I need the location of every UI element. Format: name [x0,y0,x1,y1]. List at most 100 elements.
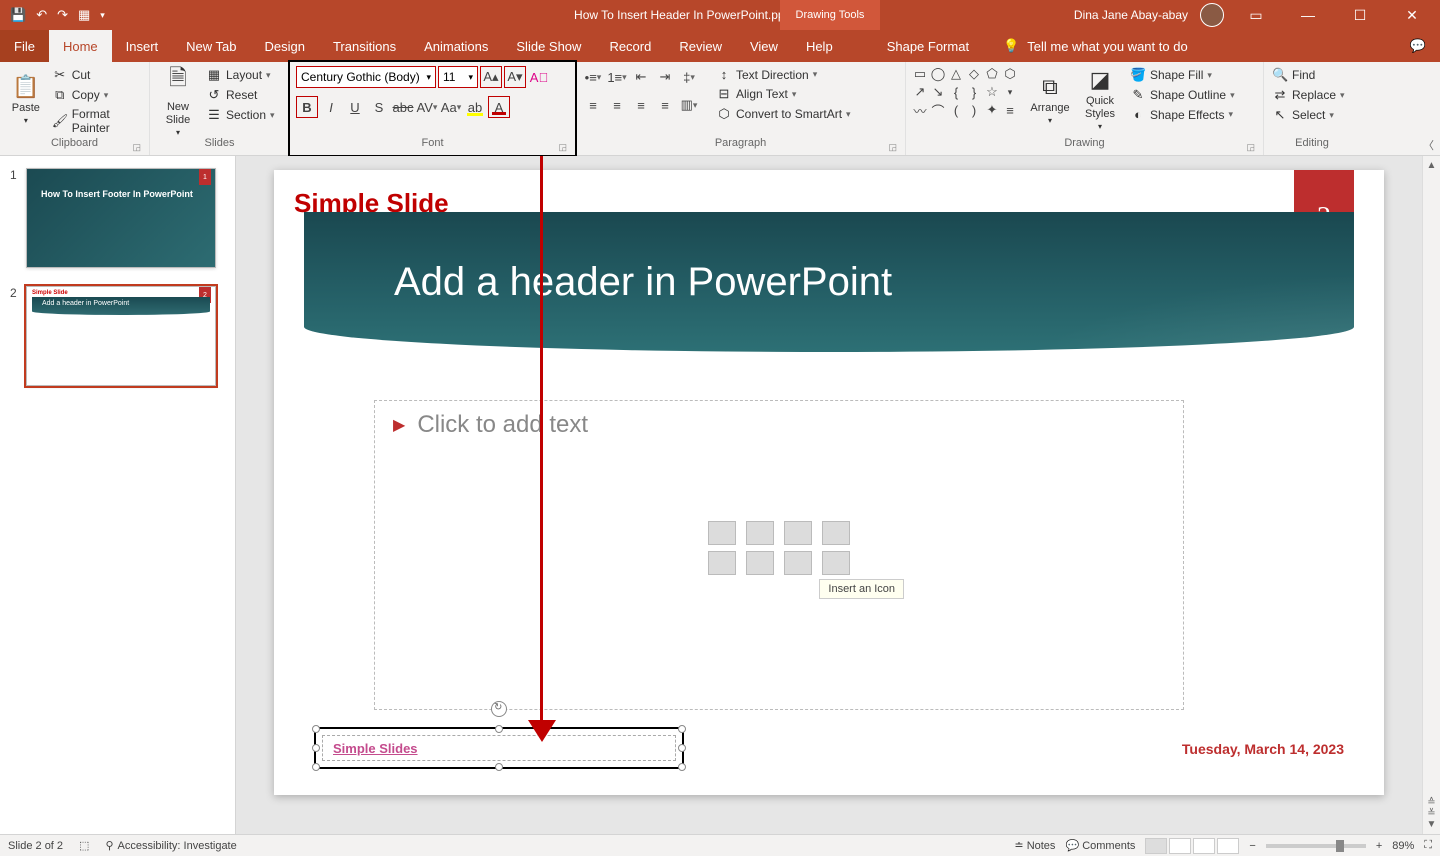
align-center-button[interactable]: ≡ [606,94,628,116]
qat-more-icon[interactable]: ▾ [100,10,105,21]
insert-video-icon[interactable] [784,551,812,575]
user-name[interactable]: Dina Jane Abay-abay [1074,8,1188,22]
font-launcher[interactable]: ◲ [558,142,567,153]
zoom-in-button[interactable]: + [1376,840,1382,852]
underline-button[interactable]: U [344,96,366,118]
ribbon-display-icon[interactable]: ▭ [1236,0,1276,30]
justify-button[interactable]: ≡ [654,94,676,116]
save-icon[interactable]: 💾 [10,7,26,23]
minimize-button[interactable]: — [1288,0,1328,30]
tab-transitions[interactable]: Transitions [319,30,410,62]
resize-handle[interactable] [312,744,320,752]
font-name-input[interactable]: Century Gothic (Body)▾ [296,66,436,88]
tab-insert[interactable]: Insert [112,30,173,62]
next-slide-button[interactable]: ≚ [1427,808,1435,819]
font-color-button[interactable]: A [488,96,510,118]
accessibility-status[interactable]: ⚲Accessibility: Investigate [105,839,236,852]
thumbnail-row-2[interactable]: 2 Simple Slide 2 Add a header in PowerPo… [10,286,225,386]
clipboard-launcher[interactable]: ◲ [132,142,141,153]
increase-indent-button[interactable]: ⇥ [654,66,676,88]
user-avatar[interactable] [1200,3,1224,27]
redo-icon[interactable]: ↷ [57,7,68,23]
clear-formatting-button[interactable]: A⃠ [528,66,550,88]
font-size-input[interactable]: 11▾ [438,66,478,88]
highlight-button[interactable]: ab [464,96,486,118]
find-button[interactable]: 🔍Find [1270,66,1347,84]
zoom-level[interactable]: 89% [1392,840,1414,852]
tab-home[interactable]: Home [49,30,112,62]
reading-view-button[interactable] [1193,838,1215,854]
resize-handle[interactable] [312,725,320,733]
zoom-out-button[interactable]: − [1249,840,1255,852]
line-spacing-button[interactable]: ‡ [678,66,700,88]
tab-record[interactable]: Record [595,30,665,62]
footer-text[interactable]: Simple Slides [333,741,418,756]
shapes-gallery[interactable]: ▭◯△◇⬠⬡ ↗↘{}☆▾ 〰⌒()✦≡ [912,66,1022,118]
slide-counter[interactable]: Slide 2 of 2 [8,840,63,852]
align-text-button[interactable]: ⊟Align Text [714,85,853,103]
slide[interactable]: Simple Slide 2 Add a header in PowerPoin… [274,170,1384,795]
align-left-button[interactable]: ≡ [582,94,604,116]
resize-handle[interactable] [312,763,320,771]
vertical-scrollbar[interactable]: ▲ ≙ ≚ ▼ [1422,156,1440,834]
tab-shape-format[interactable]: Shape Format [873,30,983,62]
paragraph-launcher[interactable]: ◲ [888,142,897,153]
content-placeholder[interactable]: ▶ Click to add text [374,400,1184,710]
collapse-ribbon-button[interactable]: 〈 [1423,137,1434,153]
fit-to-window-button[interactable]: ⛶ [1424,839,1432,852]
scroll-up-button[interactable]: ▲ [1427,160,1437,171]
scroll-down-button[interactable]: ▼ [1427,819,1437,830]
share-button[interactable]: 💬 [1396,30,1440,62]
new-slide-button[interactable]: 🗎 New Slide ▾ [156,66,200,132]
slide-sorter-button[interactable] [1169,838,1191,854]
reset-button[interactable]: ↺Reset [204,86,277,104]
increase-font-button[interactable]: A▴ [480,66,502,88]
close-button[interactable]: ✕ [1392,0,1432,30]
arrange-button[interactable]: ⧉ Arrange▾ [1028,66,1072,132]
bullets-button[interactable]: •≡ [582,66,604,88]
resize-handle[interactable] [495,763,503,771]
footer-textbox-selected[interactable]: Simple Slides [314,727,684,769]
decrease-indent-button[interactable]: ⇤ [630,66,652,88]
strikethrough-button[interactable]: abc [392,96,414,118]
bold-button[interactable]: B [296,96,318,118]
cut-button[interactable]: ✂Cut [50,66,143,84]
shape-outline-button[interactable]: ✎Shape Outline [1128,86,1237,104]
char-spacing-button[interactable]: AV [416,96,438,118]
tab-slideshow[interactable]: Slide Show [502,30,595,62]
insert-table-icon[interactable] [708,521,736,545]
slide-header-band[interactable]: Add a header in PowerPoint [304,212,1354,352]
comments-button[interactable]: 💬 Comments [1065,839,1135,852]
shape-effects-button[interactable]: ◐Shape Effects [1128,106,1237,123]
slide-canvas-area[interactable]: Simple Slide 2 Add a header in PowerPoin… [236,156,1422,834]
prev-slide-button[interactable]: ≙ [1427,797,1435,808]
resize-handle[interactable] [678,763,686,771]
maximize-button[interactable]: ☐ [1340,0,1380,30]
text-direction-button[interactable]: ↕Text Direction [714,66,853,83]
replace-button[interactable]: ⇄Replace [1270,86,1347,104]
numbering-button[interactable]: 1≡ [606,66,628,88]
tab-new-tab[interactable]: New Tab [172,30,250,62]
columns-button[interactable]: ▥ [678,94,700,116]
tab-file[interactable]: File [0,30,49,62]
start-from-beginning-icon[interactable]: ▦ [78,7,90,23]
slide-thumbnail-2[interactable]: Simple Slide 2 Add a header in PowerPoin… [26,286,216,386]
insert-icon-icon[interactable] [822,551,850,575]
tab-help[interactable]: Help [792,30,847,62]
tab-animations[interactable]: Animations [410,30,502,62]
insert-chart-icon[interactable] [746,521,774,545]
select-button[interactable]: ↖Select [1270,106,1347,124]
normal-view-button[interactable] [1145,838,1167,854]
decrease-font-button[interactable]: A▾ [504,66,526,88]
insert-online-picture-icon[interactable] [746,551,774,575]
copy-button[interactable]: ⧉Copy [50,86,143,104]
insert-picture-icon[interactable] [708,551,736,575]
zoom-knob[interactable] [1336,840,1344,852]
undo-icon[interactable]: ↶ [36,7,47,23]
quick-styles-button[interactable]: ◪ Quick Styles▾ [1078,66,1122,132]
resize-handle[interactable] [678,744,686,752]
insert-smartart-icon[interactable] [784,521,812,545]
layout-button[interactable]: ▦Layout [204,66,277,84]
slideshow-view-button[interactable] [1217,838,1239,854]
shadow-button[interactable]: S [368,96,390,118]
